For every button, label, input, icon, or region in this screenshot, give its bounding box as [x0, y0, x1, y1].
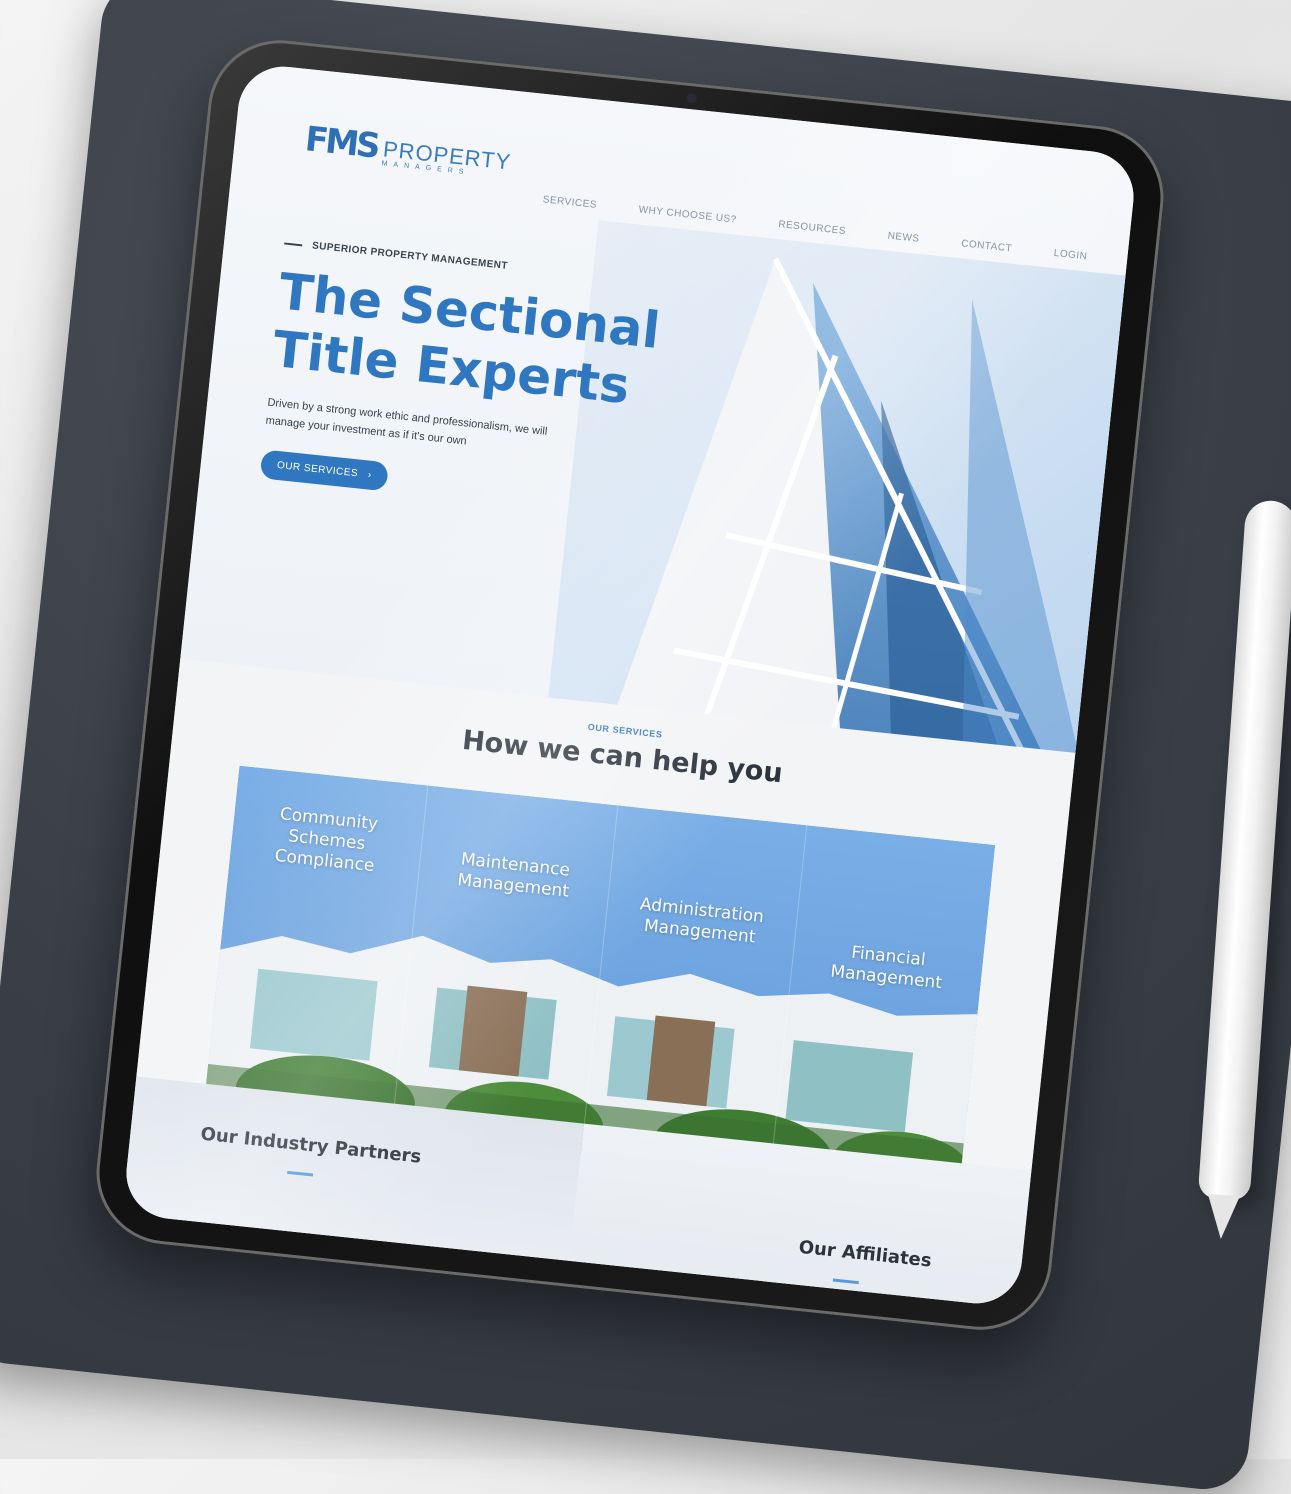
service-card-administration[interactable]: Administration Management: [581, 805, 808, 1174]
hero-eyebrow-text: SUPERIOR PROPERTY MANAGEMENT: [311, 240, 509, 272]
title-underline: [287, 1170, 314, 1177]
nav-news[interactable]: NEWS: [887, 230, 920, 244]
nav-services[interactable]: SERVICES: [542, 194, 597, 211]
cta-label: OUR SERVICES: [276, 459, 359, 480]
service-card-label: Administration Management: [604, 891, 797, 953]
stylus-tip: [1204, 1194, 1240, 1241]
nav-resources[interactable]: RESOURCES: [778, 219, 847, 237]
nav-why-choose-us[interactable]: WHY CHOOSE US?: [638, 204, 737, 225]
tablet-device: SUPERIOR PROPERTY MANAGEMENT The Section…: [89, 33, 1171, 1337]
service-card-financial[interactable]: Financial Management: [770, 825, 995, 1193]
logo-text: PROPERTY MANAGERS: [381, 136, 512, 180]
chevron-right-icon: ›: [367, 469, 373, 481]
logo[interactable]: FMS PROPERTY MANAGERS: [303, 119, 513, 180]
service-card-maintenance[interactable]: Maintenance Management: [392, 785, 618, 1154]
industry-partners-title: Our Industry Partners: [199, 1123, 423, 1168]
our-services-button[interactable]: OUR SERVICES ›: [259, 449, 390, 492]
tablet-screen: SUPERIOR PROPERTY MANAGEMENT The Section…: [121, 62, 1139, 1308]
title-underline: [832, 1278, 859, 1285]
eyebrow-dash: [284, 241, 303, 246]
service-card-label: Financial Management: [791, 937, 984, 999]
affiliates-title: Our Affiliates: [797, 1236, 933, 1272]
service-card-label: Community Schemes Compliance: [229, 799, 424, 881]
logo-mark: FMS: [303, 119, 380, 167]
nav-contact[interactable]: CONTACT: [961, 238, 1013, 254]
nav-login[interactable]: LOGIN: [1053, 248, 1088, 262]
service-card-community-schemes[interactable]: Community Schemes Compliance: [202, 765, 429, 1134]
service-card-label: Maintenance Management: [418, 845, 611, 907]
hero-content: SUPERIOR PROPERTY MANAGEMENT The Section…: [259, 237, 713, 523]
